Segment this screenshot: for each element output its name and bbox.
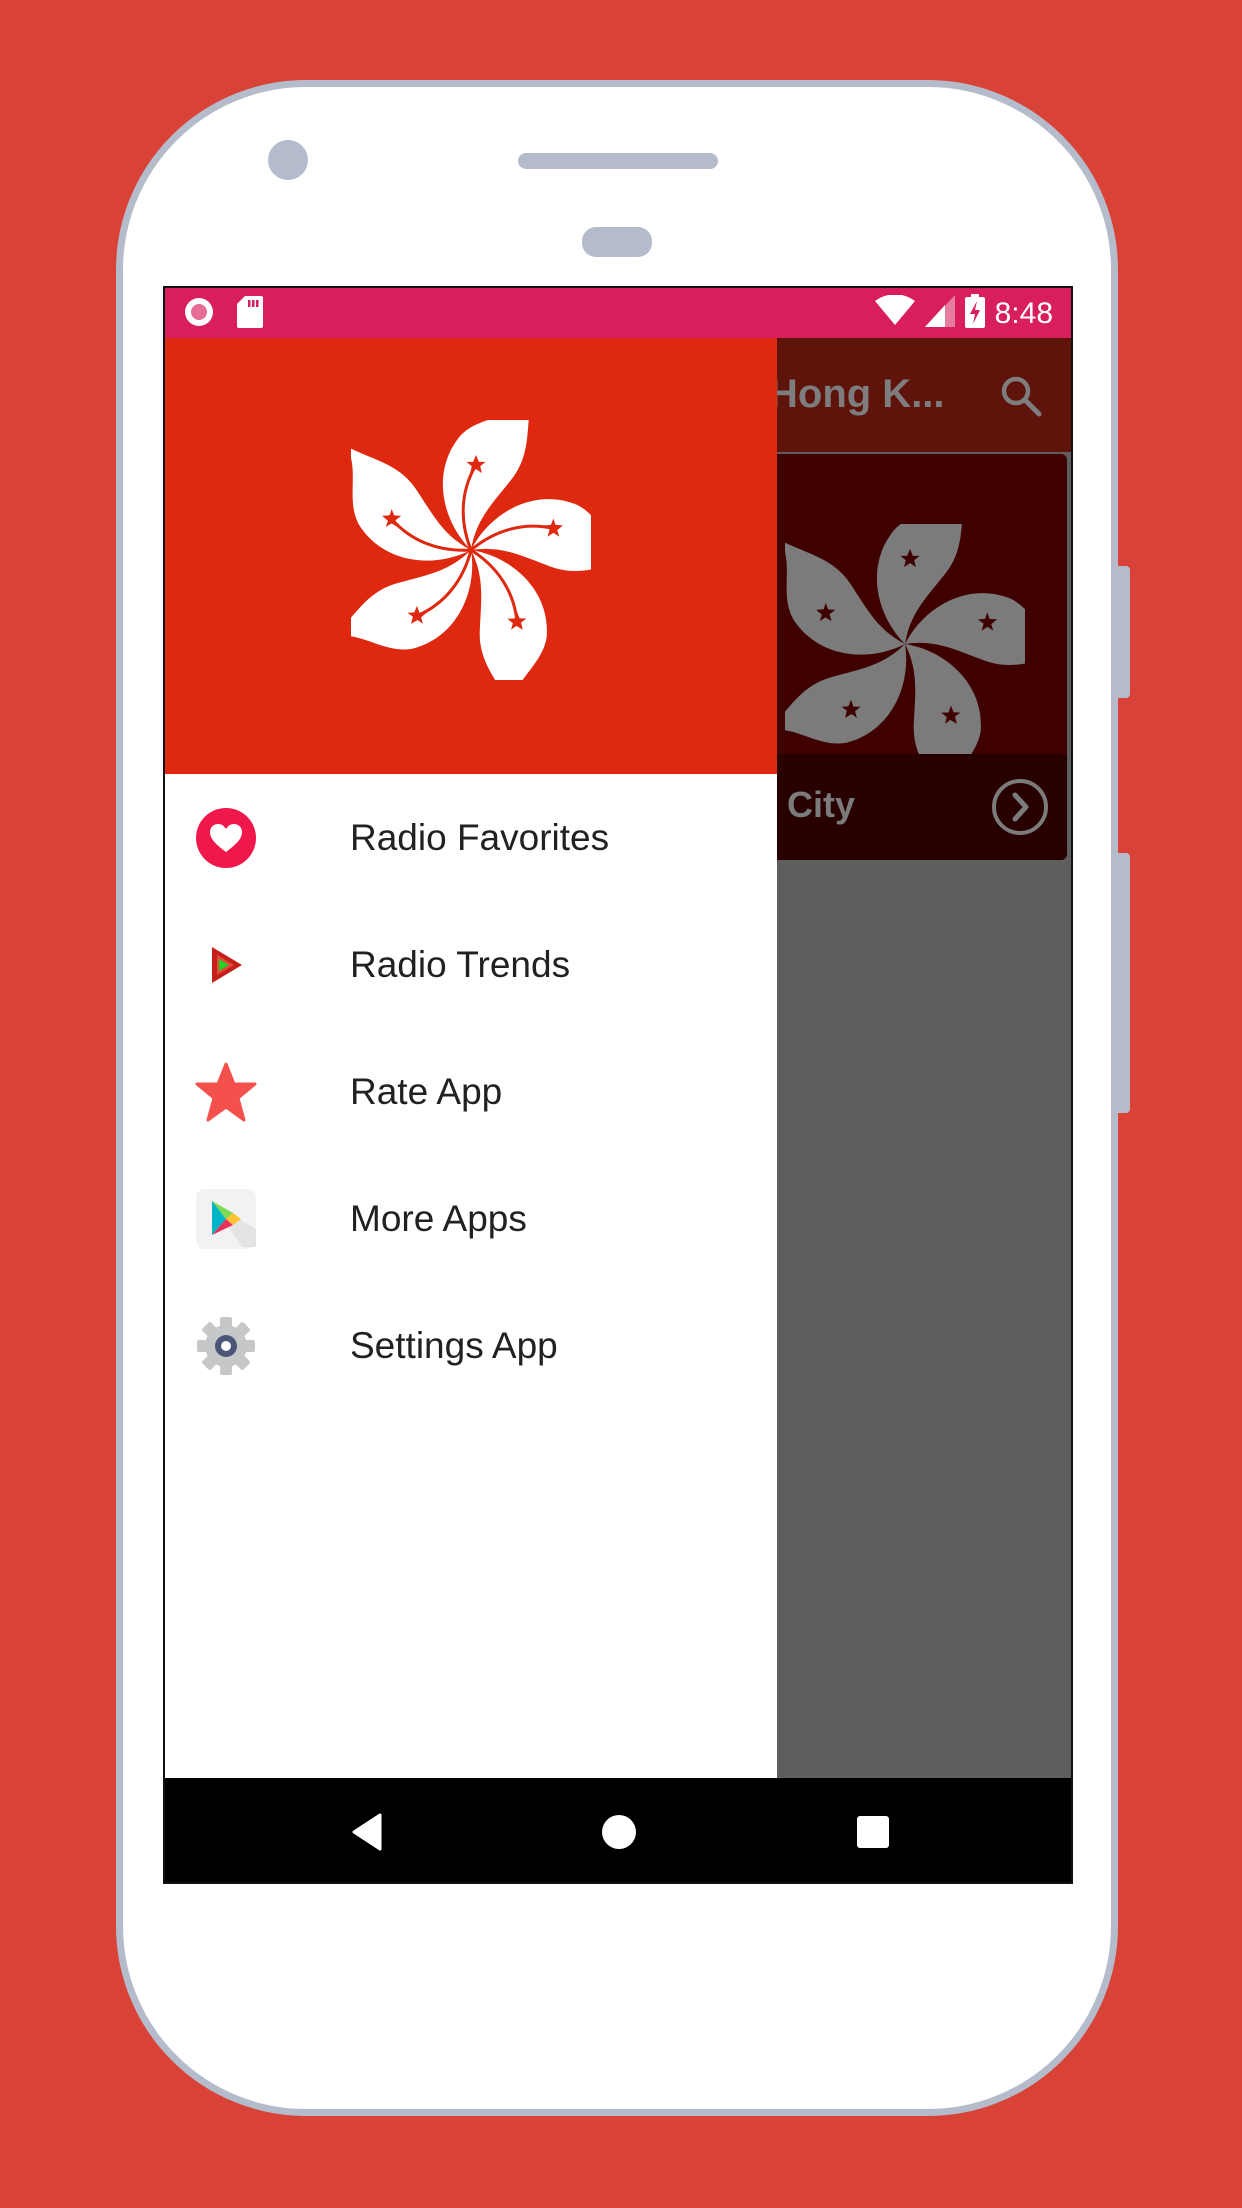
menu-label: Radio Trends xyxy=(350,943,571,985)
menu-item-radio-trends[interactable]: Radio Trends xyxy=(165,901,777,1028)
chevron-right-circle-icon[interactable] xyxy=(991,778,1049,841)
drawer-header xyxy=(165,338,777,774)
status-bar: 8:48 xyxy=(165,288,1071,338)
bauhinia-image xyxy=(753,494,1067,801)
menu-item-rate-app[interactable]: Rate App xyxy=(165,1028,777,1155)
recents-icon[interactable] xyxy=(849,1808,897,1856)
google-play-icon xyxy=(195,1188,257,1250)
record-icon xyxy=(183,296,215,333)
menu-label: Settings App xyxy=(350,1324,558,1366)
battery-charging-icon xyxy=(964,294,985,333)
wifi-icon xyxy=(874,294,915,332)
star-icon xyxy=(195,1061,257,1123)
toolbar-title: Hong K... xyxy=(769,372,945,416)
menu-item-radio-favorites[interactable]: Radio Favorites xyxy=(165,774,777,901)
device-screen: 8:48 Hong K... City Radio Favorites Radi… xyxy=(163,286,1073,1884)
hong-kong-flag-icon xyxy=(319,400,633,707)
sd-card-icon xyxy=(237,296,263,333)
menu-label: More Apps xyxy=(350,1197,527,1239)
menu-item-more-apps[interactable]: More Apps xyxy=(165,1155,777,1282)
front-camera xyxy=(268,140,308,180)
system-nav-bar xyxy=(165,1778,1071,1882)
back-icon[interactable] xyxy=(343,1808,391,1856)
heart-icon xyxy=(195,807,257,869)
menu-label: Radio Favorites xyxy=(350,816,610,858)
menu-label: Rate App xyxy=(350,1070,503,1112)
volume-button xyxy=(1118,566,1130,698)
home-icon[interactable] xyxy=(595,1808,643,1856)
proximity-sensor xyxy=(582,227,652,257)
earpiece-speaker xyxy=(518,153,718,169)
signal-icon xyxy=(924,295,955,332)
clock: 8:48 xyxy=(994,296,1053,330)
power-button xyxy=(1118,853,1130,1113)
station-title: City xyxy=(787,784,856,825)
gear-icon xyxy=(195,1315,257,1377)
navigation-drawer: Radio Favorites Radio Trends Rate App Mo… xyxy=(165,338,777,1778)
drawer-menu: Radio Favorites Radio Trends Rate App Mo… xyxy=(165,774,777,1409)
search-icon[interactable] xyxy=(999,374,1043,423)
menu-item-settings-app[interactable]: Settings App xyxy=(165,1282,777,1409)
trends-play-icon xyxy=(195,934,257,996)
